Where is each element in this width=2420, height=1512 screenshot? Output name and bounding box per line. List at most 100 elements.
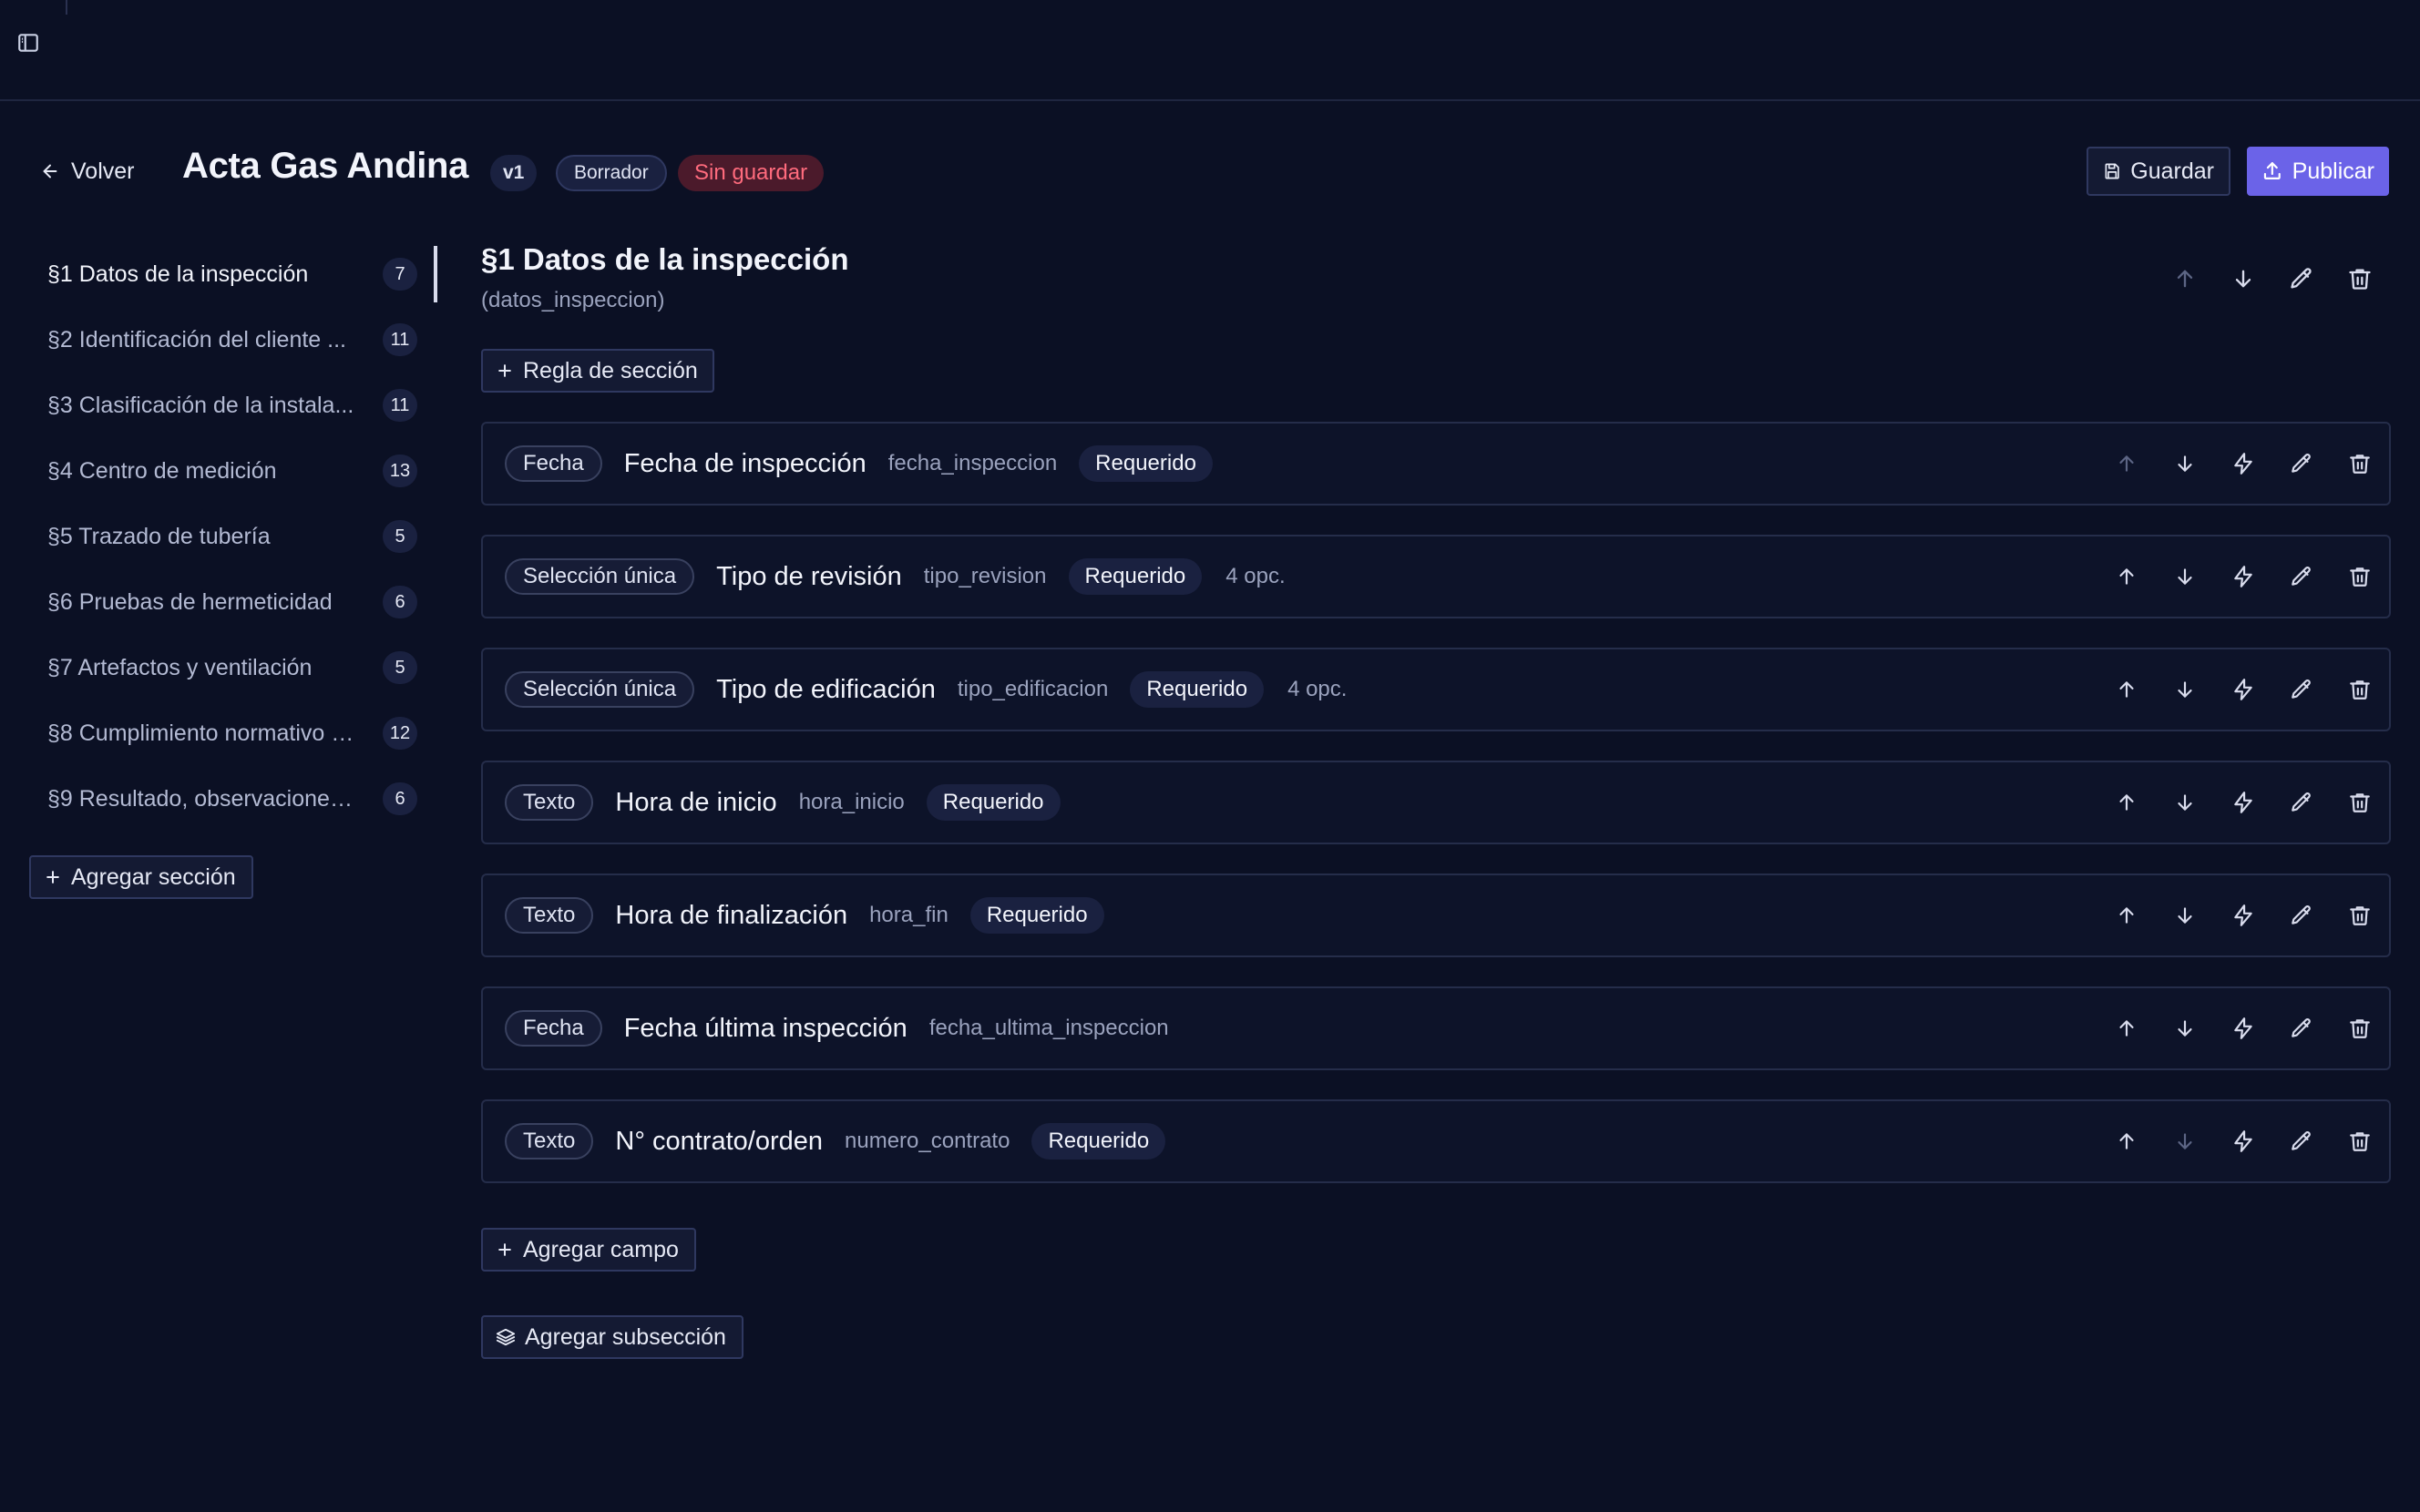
pencil-icon [2291,268,2312,289]
field-logic-button[interactable] [2227,447,2260,480]
sidebar-item-section-4[interactable]: §4 Centro de medición 13 [27,438,419,504]
arrow-up-icon [2119,568,2134,585]
field-move-down-button[interactable] [2169,899,2201,932]
field-move-up-button[interactable] [2110,560,2143,593]
sidebar-item-section-6[interactable]: §6 Pruebas de hermeticidad 6 [27,569,419,635]
sidebar-item-count: 6 [383,782,417,815]
field-logic-button[interactable] [2227,786,2260,819]
field-type-badge: Selección única [505,671,695,708]
field-move-up-button[interactable] [2110,1012,2143,1045]
field-label: Hora de inicio [615,787,777,817]
sidebar-item-section-5[interactable]: §5 Trazado de tubería 5 [27,504,419,569]
field-move-up-button[interactable] [2110,786,2143,819]
field-type-badge: Fecha [505,1010,602,1047]
back-label: Volver [71,158,135,184]
field-edit-button[interactable] [2285,1125,2318,1158]
add-section-button[interactable]: Agregar sección [29,855,253,899]
back-button[interactable]: Volver [40,153,134,189]
required-badge: Requerido [1068,558,1203,595]
field-actions [2110,899,2376,932]
layers-icon [496,1328,516,1346]
field-row[interactable]: Texto Hora de inicio hora_inicio Requerido [481,761,2391,844]
field-row[interactable]: Fecha Fecha de inspección fecha_inspeccion… [481,422,2391,506]
add-subsection-button[interactable]: Agregar subsección [481,1315,743,1359]
field-delete-button[interactable] [2343,447,2376,480]
field-actions [2110,447,2376,480]
field-logic-button[interactable] [2227,673,2260,706]
field-move-up-button[interactable] [2110,447,2143,480]
field-delete-button[interactable] [2343,1125,2376,1158]
save-label: Guardar [2130,158,2214,184]
save-button[interactable]: Guardar [2087,147,2230,196]
field-edit-button[interactable] [2285,786,2318,819]
sidebar-item-label: §8 Cumplimiento normativo (... [47,720,357,746]
arrow-up-icon [2119,1133,2134,1149]
trash-icon [2349,269,2371,290]
field-move-down-button[interactable] [2169,786,2201,819]
arrow-down-icon [2178,1133,2192,1149]
field-move-up-button[interactable] [2110,673,2143,706]
field-delete-button[interactable] [2343,673,2376,706]
sidebar-item-count: 5 [383,651,417,684]
plus-icon [498,364,511,377]
field-row[interactable]: Selección única Tipo de revisión tipo_revi… [481,535,2391,618]
sidebar-item-section-1[interactable]: §1 Datos de la inspección 7 [27,241,419,307]
field-logic-button[interactable] [2227,1012,2260,1045]
section-delete-button[interactable] [2343,262,2376,295]
field-logic-button[interactable] [2227,1125,2260,1158]
field-row[interactable]: Texto N° contrato/orden numero_contrato Req… [481,1099,2391,1183]
pencil-icon [2292,679,2311,699]
add-section-rule-button[interactable]: Regla de sección [481,349,714,393]
field-edit-button[interactable] [2285,899,2318,932]
add-field-button[interactable]: Agregar campo [481,1228,696,1272]
field-edit-button[interactable] [2285,1012,2318,1045]
field-move-down-button[interactable] [2169,1125,2201,1158]
arrow-down-icon [2178,1020,2192,1037]
lightning-icon [2234,1130,2252,1152]
arrow-up-icon [2119,794,2134,811]
publish-label: Publicar [2292,158,2374,184]
field-edit-button[interactable] [2285,447,2318,480]
field-edit-button[interactable] [2285,673,2318,706]
sidebar-item-section-8[interactable]: §8 Cumplimiento normativo (... 12 [27,700,419,766]
options-count: 4 opc. [1225,564,1286,588]
sidebar-item-section-7[interactable]: §7 Artefactos y ventilación 5 [27,635,419,700]
version-badge: v1 [490,155,538,191]
field-move-down-button[interactable] [2169,673,2201,706]
trash-icon [2350,906,2370,925]
trash-icon [2350,455,2370,474]
field-move-up-button[interactable] [2110,1125,2143,1158]
field-move-down-button[interactable] [2169,1012,2201,1045]
sidebar-item-section-3[interactable]: §3 Clasificación de la instala... 11 [27,373,419,438]
field-move-down-button[interactable] [2169,447,2201,480]
required-badge: Requerido [926,784,1061,821]
section-move-up-button[interactable] [2169,262,2201,295]
lightning-icon [2234,904,2252,926]
field-key: fecha_inspeccion [887,451,1058,475]
sidebar-item-label: §1 Datos de la inspección [47,261,309,287]
field-delete-button[interactable] [2343,560,2376,593]
field-delete-button[interactable] [2343,1012,2376,1045]
section-edit-button[interactable] [2285,262,2318,295]
section-move-down-button[interactable] [2227,262,2260,295]
field-label: Hora de finalización [615,900,848,930]
field-row[interactable]: Selección única Tipo de edificación tipo_e… [481,648,2391,731]
section-rule-label: Regla de sección [523,357,698,383]
field-logic-button[interactable] [2227,899,2260,932]
field-edit-button[interactable] [2285,560,2318,593]
field-row[interactable]: Fecha Fecha última inspección fecha_ultima… [481,986,2391,1070]
field-logic-button[interactable] [2227,560,2260,593]
field-move-down-button[interactable] [2169,560,2201,593]
trash-icon [2350,1019,2370,1038]
sidebar-toggle-icon[interactable] [16,31,40,55]
field-delete-button[interactable] [2343,786,2376,819]
publish-button[interactable]: Publicar [2247,147,2389,196]
sidebar-item-section-2[interactable]: §2 Identificación del cliente ... 11 [27,307,419,373]
field-move-up-button[interactable] [2110,899,2143,932]
sidebar-item-section-9[interactable]: §9 Resultado, observaciones... 6 [27,766,419,832]
add-subsection-label: Agregar subsección [525,1323,726,1350]
field-label: N° contrato/orden [615,1126,823,1156]
field-row[interactable]: Texto Hora de finalización hora_fin Requeri… [481,873,2391,957]
field-key: hora_fin [869,903,949,927]
field-delete-button[interactable] [2343,899,2376,932]
